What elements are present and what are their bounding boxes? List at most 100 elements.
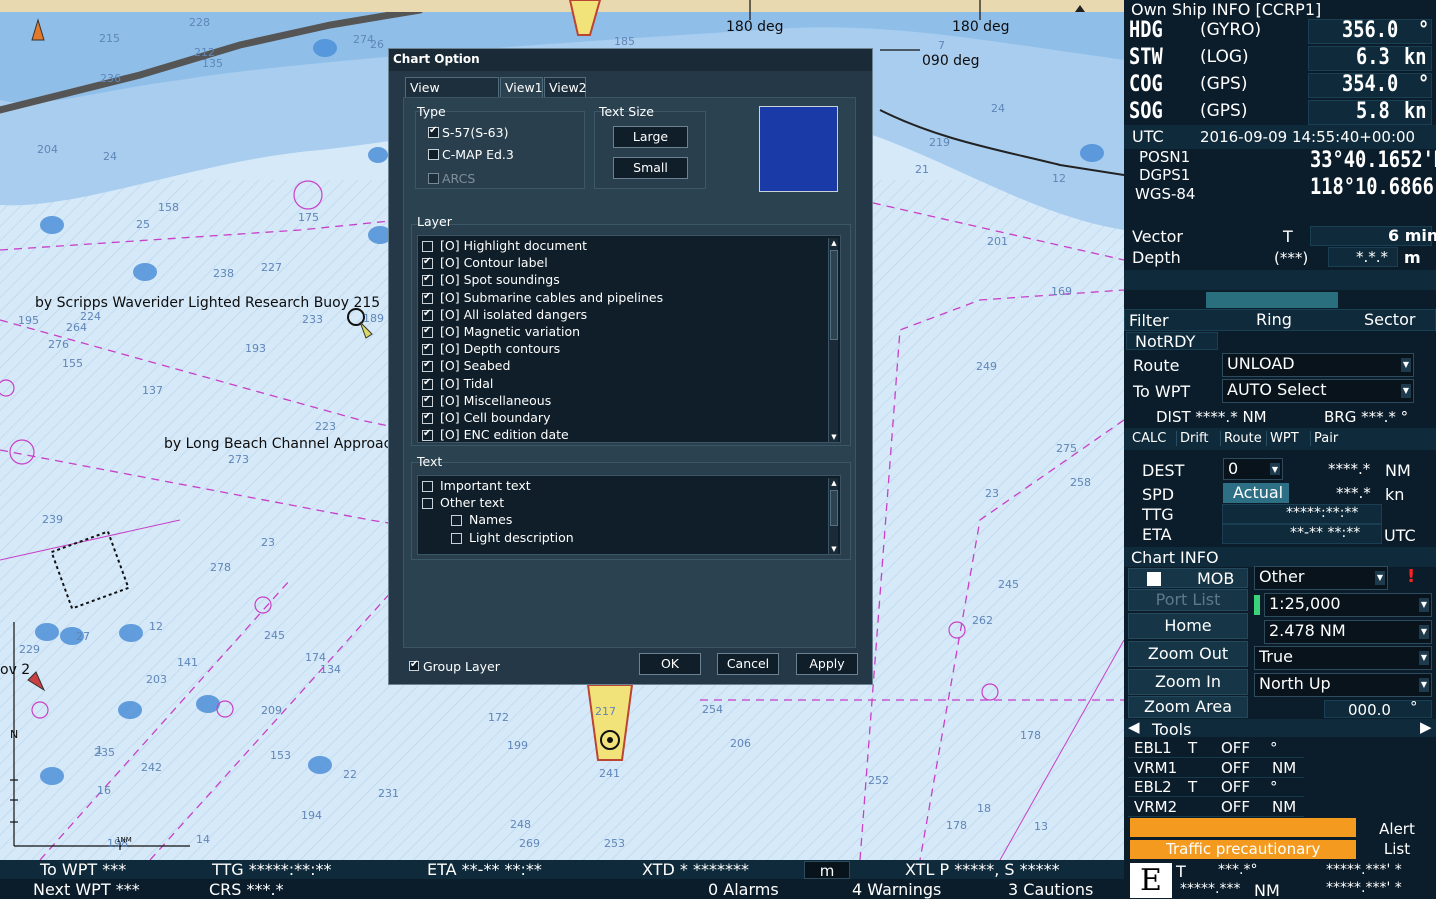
cancel-button[interactable]: Cancel: [717, 653, 779, 675]
calc-tab-calc[interactable]: CALC: [1132, 431, 1166, 446]
warnings-count[interactable]: 4 Warnings: [852, 880, 941, 899]
tab-view2[interactable]: View2: [544, 77, 587, 97]
orientation-select[interactable]: North Up ▼: [1254, 673, 1432, 697]
tool-state[interactable]: OFF: [1221, 778, 1250, 796]
layer-checkbox[interactable]: [422, 428, 433, 442]
home-button[interactable]: Home: [1128, 613, 1248, 639]
text-size-small-button[interactable]: Small: [613, 157, 688, 179]
nav-value-cog: 354.0: [1342, 72, 1399, 97]
brg-readout: BRG ***.* °: [1324, 408, 1409, 426]
sounding: 273: [228, 453, 249, 466]
route-label: Route: [1133, 356, 1180, 375]
dialog-title[interactable]: Chart Option: [389, 49, 872, 71]
tool-vrm2[interactable]: VRM2: [1134, 798, 1177, 816]
sounding: 23: [985, 487, 999, 500]
tool-ebl2[interactable]: EBL2: [1134, 778, 1172, 796]
chevron-down-icon: ▼: [1419, 651, 1429, 665]
port-list-button: Port List: [1128, 589, 1248, 611]
sector-button[interactable]: Sector: [1364, 310, 1415, 329]
chart-info-title: Chart INFO: [1131, 548, 1219, 567]
vector-value[interactable]: 6 min: [1388, 226, 1436, 245]
sounding: 239: [42, 513, 63, 526]
zoom-out-button[interactable]: Zoom Out: [1128, 641, 1248, 667]
tool-vrm1[interactable]: VRM1: [1134, 759, 1177, 777]
calc-tab-drift[interactable]: Drift: [1176, 431, 1208, 446]
type-cmap-checkbox[interactable]: [428, 149, 439, 160]
tool-state[interactable]: OFF: [1221, 739, 1250, 757]
tool-state[interactable]: OFF: [1221, 798, 1250, 816]
vector-label: Vector: [1132, 227, 1183, 246]
layer-checkbox[interactable]: [422, 325, 433, 338]
layer-checkbox[interactable]: [422, 273, 433, 287]
layer-checkbox[interactable]: [422, 256, 433, 270]
tools-right-arrow-icon[interactable]: ▶: [1420, 718, 1432, 736]
ring-button[interactable]: Ring: [1256, 310, 1292, 329]
sounding: 235: [94, 746, 115, 759]
calc-tab-pair[interactable]: Pair: [1310, 431, 1338, 446]
dest-value: 0: [1228, 459, 1239, 478]
tool-ebl1[interactable]: EBL1: [1134, 739, 1172, 757]
route-select[interactable]: UNLOAD ▼: [1222, 353, 1414, 377]
range-select[interactable]: 2.478 NM ▼: [1264, 620, 1432, 644]
text-scrollbar[interactable]: ▲ ▼: [828, 478, 838, 554]
cautions-count[interactable]: 3 Cautions: [1008, 880, 1093, 899]
alarms-count[interactable]: 0 Alarms: [708, 880, 779, 899]
ttg-value: *****:**:**: [1286, 505, 1359, 521]
sounding: 217: [595, 705, 616, 718]
apply-button[interactable]: Apply: [796, 653, 858, 675]
nav-unit: °: [1418, 18, 1430, 43]
sounding: 174: [305, 651, 326, 664]
tools-left-arrow-icon[interactable]: ◀: [1128, 718, 1140, 736]
scale-select[interactable]: 1:25,000 ▼: [1264, 593, 1432, 617]
layer-checkbox[interactable]: [422, 377, 433, 390]
zoom-area-button[interactable]: Zoom Area: [1128, 696, 1248, 718]
spd-mode-button[interactable]: Actual: [1223, 483, 1289, 503]
xtd-unit[interactable]: m: [804, 861, 850, 880]
layer-checkbox[interactable]: [422, 342, 433, 356]
ok-button[interactable]: OK: [639, 653, 701, 675]
text-size-large-button[interactable]: Large: [613, 126, 688, 148]
color-swatch[interactable]: [759, 106, 838, 192]
sounding: 231: [378, 787, 399, 800]
group-layer-checkbox[interactable]: [409, 659, 419, 671]
calc-tab-route[interactable]: Route: [1220, 431, 1262, 446]
text-checkbox[interactable]: [422, 498, 433, 510]
zoom-in-button[interactable]: Zoom In: [1128, 669, 1248, 695]
text-checkbox[interactable]: [422, 481, 433, 492]
vector-ref: T: [1283, 227, 1293, 246]
text-checkbox[interactable]: [451, 515, 462, 527]
tool-state[interactable]: OFF: [1221, 759, 1250, 777]
dest-select[interactable]: 0 ▼: [1223, 458, 1283, 480]
text-list[interactable]: Important text Other text Names Light descr…: [417, 475, 841, 555]
cursor-mode-e[interactable]: E: [1130, 863, 1172, 898]
ttg-label: TTG: [1142, 505, 1174, 524]
rotation-value[interactable]: 000.0: [1348, 701, 1391, 719]
sounding: 155: [62, 357, 83, 370]
layer-checkbox[interactable]: [422, 308, 433, 321]
sounding: 178: [1020, 729, 1041, 742]
motion-select[interactable]: True ▼: [1254, 646, 1432, 670]
layer-item-label: [O] All isolated dangers: [440, 306, 588, 322]
type-s57-checkbox[interactable]: [428, 125, 439, 138]
layer-checkbox[interactable]: [422, 394, 433, 407]
to-wpt-select[interactable]: AUTO Select ▼: [1222, 379, 1414, 403]
layer-scrollbar[interactable]: ▲ ▼: [828, 238, 838, 442]
mob-button[interactable]: MOB: [1128, 568, 1248, 588]
tool-ref: T: [1188, 739, 1198, 757]
layer-checkbox[interactable]: [422, 241, 433, 252]
tab-view1[interactable]: View1: [500, 77, 543, 97]
depth-unit: m: [1404, 248, 1421, 267]
tab-view-common[interactable]: View Common: [405, 77, 499, 110]
text-checkbox[interactable]: [451, 532, 462, 544]
sounding: 24: [103, 150, 117, 163]
layer-checkbox[interactable]: [422, 359, 433, 373]
chevron-down-icon: ▼: [1375, 571, 1385, 585]
calc-tab-wpt[interactable]: WPT: [1266, 431, 1299, 446]
layer-list[interactable]: [O] Highlight document[O] Contour label[…: [417, 235, 841, 443]
alert-list-button[interactable]: Alert List: [1358, 818, 1436, 860]
range-value: 2.478 NM: [1269, 621, 1346, 640]
sounding: 215: [99, 32, 120, 45]
layer-checkbox[interactable]: [422, 411, 433, 424]
other-select[interactable]: Other ▼: [1254, 566, 1388, 590]
layer-checkbox[interactable]: [422, 291, 433, 304]
